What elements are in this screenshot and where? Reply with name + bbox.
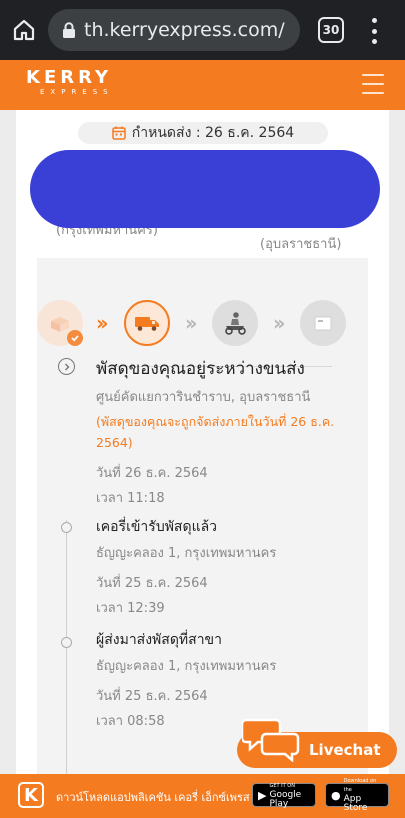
site-header: KERRY EXPRESS — [0, 60, 405, 110]
event-time: เวลา 11:18 — [96, 491, 165, 506]
delivery-deadline-pill: กำหนดส่ง : 26 ธ.ค. 2564 — [78, 122, 328, 144]
timeline-event: ผู้ส่งมาส่งพัสดุที่สาขา ธัญญะคลอง 1, กรุ… — [96, 629, 356, 731]
event-location: ธัญญะคลอง 1, กรุงเทพมหานคร — [96, 546, 277, 561]
chat-bubbles-icon[interactable] — [240, 716, 300, 766]
livechat-label: Livechat — [309, 741, 381, 759]
browser-menu-button[interactable] — [364, 18, 384, 44]
address-bar[interactable]: th.kerryexpress.com/ — [48, 9, 300, 51]
banner-text: ดาวน์โหลดแอปพลิเคชัน เคอรี่ เอ็กซ์เพรส — [56, 791, 250, 804]
event-title: เคอรี่เข้ารับพัสดุแล้ว — [96, 519, 218, 535]
event-title: พัสดุของคุณอยู่ระหว่างขนส่ง — [96, 359, 305, 379]
event-date: วันที่ 25 ธ.ค. 2564 — [96, 689, 208, 704]
event-location: ศูนย์คัดแยกวารินชำราบ, อุบลราชธานี — [96, 390, 311, 405]
chevron-right-icon — [64, 363, 69, 370]
tracking-panel: ›› ›› ›› พัสดุของคุณอยู่ระหว่างขนส่ง ศูน… — [37, 258, 368, 774]
tracking-card: กำหนดส่ง : 26 ธ.ค. 2564 (กรุงเทพมหานคร) … — [16, 110, 389, 774]
step-out-for-delivery — [212, 300, 258, 346]
chevron-right-icon: ›› — [96, 311, 109, 335]
event-title: ผู้ส่งมาส่งพัสดุที่สาขา — [96, 632, 222, 648]
truck-icon — [135, 317, 159, 331]
kerry-app-logo: K — [18, 782, 44, 808]
event-note: (พัสดุของคุณจะถูกจัดส่งภายในวันที่ 26 ธ.… — [96, 414, 335, 450]
redaction-blob — [30, 150, 380, 228]
event-date: วันที่ 26 ธ.ค. 2564 — [96, 466, 208, 481]
destination-city: (อุบลราชธานี) — [260, 237, 342, 252]
kerry-logo[interactable]: KERRY EXPRESS — [26, 68, 114, 97]
tab-switcher-button[interactable]: 30 — [318, 17, 344, 43]
event-date: วันที่ 25 ธ.ค. 2564 — [96, 576, 208, 591]
browser-toolbar: th.kerryexpress.com/ 30 — [0, 0, 405, 60]
event-time: เวลา 12:39 — [96, 601, 165, 616]
chevron-right-icon: ›› — [185, 311, 198, 335]
url-text: th.kerryexpress.com/ — [84, 19, 285, 41]
timeline-current-marker — [58, 358, 75, 375]
event-location: ธัญญะคลอง 1, กรุงเทพมหานคร — [96, 659, 277, 674]
lock-icon — [62, 22, 76, 38]
timeline-dot — [61, 637, 72, 648]
step-received — [37, 300, 83, 346]
hamburger-menu-icon[interactable] — [362, 74, 384, 94]
app-download-banner: K ดาวน์โหลดแอปพลิเคชัน เคอรี่ เอ็กซ์เพรส… — [0, 774, 405, 818]
timeline-event: เคอรี่เข้ารับพัสดุแล้ว ธัญญะคลอง 1, กรุง… — [96, 516, 356, 618]
box-icon — [51, 317, 69, 332]
scooter-icon — [225, 312, 246, 335]
calendar-icon — [112, 126, 126, 140]
timeline-dot — [61, 522, 72, 533]
app-store-button[interactable]: ● Download on the App Store — [325, 778, 389, 813]
google-play-button[interactable]: ▶ GET IT ON Google Play — [252, 783, 316, 808]
event-time: เวลา 08:58 — [96, 714, 165, 729]
home-button[interactable] — [0, 0, 48, 60]
timeline-event: พัสดุของคุณอยู่ระหว่างขนส่ง ศูนย์คัดแยกว… — [96, 355, 356, 508]
deadline-text: กำหนดส่ง : 26 ธ.ค. 2564 — [131, 125, 295, 141]
apple-icon: ● — [331, 788, 341, 802]
home-icon — [13, 19, 35, 41]
step-delivered — [300, 300, 346, 346]
check-icon — [67, 330, 83, 346]
chevron-right-icon: ›› — [273, 311, 286, 335]
parcel-icon — [314, 316, 332, 331]
step-in-transit — [124, 300, 170, 346]
google-play-icon: ▶ — [258, 788, 267, 802]
